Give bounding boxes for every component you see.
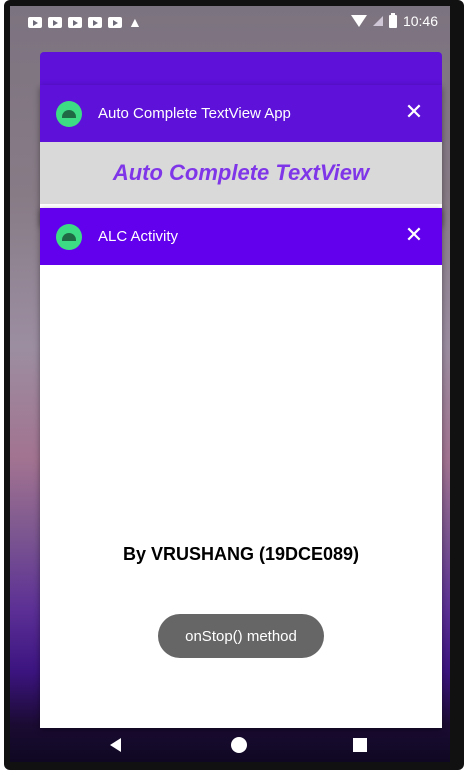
signal-icon <box>372 16 383 26</box>
close-icon[interactable]: ✕ <box>402 223 426 247</box>
author-text: By VRUSHANG (19DCE089) <box>122 544 360 564</box>
screen: ▲ 10:46 Auto Complete TextView App ✕ Aut… <box>10 6 450 762</box>
notification-icons: ▲ <box>28 15 142 29</box>
recent-card-autocomplete[interactable]: Auto Complete TextView App ✕ Auto Comple… <box>40 85 442 225</box>
status-right: 10:46 <box>350 12 438 29</box>
device-frame: ▲ 10:46 Auto Complete TextView App ✕ Aut… <box>4 0 464 770</box>
home-icon[interactable] <box>231 737 247 753</box>
warning-icon: ▲ <box>128 14 142 30</box>
navigation-bar <box>10 728 450 762</box>
card-header: Auto Complete TextView App ✕ <box>40 85 442 142</box>
recents-icon[interactable] <box>353 738 367 752</box>
play-notification-icon <box>28 16 42 28</box>
card-title: Auto Complete TextView App <box>98 105 291 122</box>
status-time: 10:46 <box>402 13 438 29</box>
card-preview: Auto Complete TextView <box>40 142 442 204</box>
play-notification-icon <box>88 16 102 28</box>
status-bar: ▲ 10:46 <box>10 6 450 40</box>
recent-card-alc-activity[interactable]: ALC Activity ✕ By VRUSHANG (19DCE089) on… <box>40 208 442 728</box>
back-icon[interactable] <box>110 738 121 752</box>
play-notification-icon <box>108 16 122 28</box>
android-app-icon <box>56 223 82 250</box>
battery-icon <box>388 12 397 28</box>
play-notification-icon <box>48 16 62 28</box>
android-app-icon <box>56 100 82 127</box>
card-header: ALC Activity ✕ <box>40 208 442 265</box>
preview-text: Auto Complete TextView <box>112 160 370 185</box>
play-notification-icon <box>68 16 82 28</box>
toast-message: onStop() method <box>158 614 324 658</box>
card-title: ALC Activity <box>98 228 179 245</box>
close-icon[interactable]: ✕ <box>402 100 426 124</box>
wifi-icon <box>350 15 367 27</box>
